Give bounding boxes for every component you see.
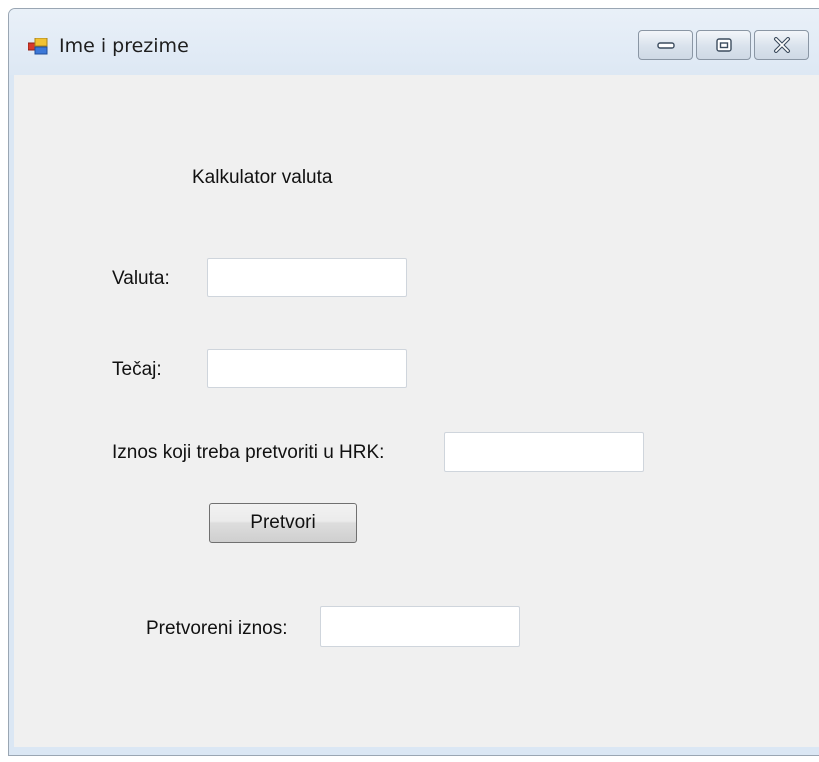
window-title: Ime i prezime [59,35,189,57]
form-client-area: Kalkulator valuta Valuta: Tečaj: Iznos k… [14,75,819,747]
heading-label: Kalkulator valuta [192,167,333,188]
rate-label: Tečaj: [112,359,162,380]
result-label: Pretvoreni iznos: [146,618,288,639]
currency-label: Valuta: [112,268,170,289]
caption-buttons [638,30,809,60]
rate-input[interactable] [207,349,407,388]
minimize-button[interactable] [638,30,693,60]
minimize-icon [656,40,675,50]
app-window: Ime i prezime Kalkulator valuta Valuta: … [8,8,819,756]
close-button[interactable] [754,30,809,60]
maximize-button[interactable] [696,30,751,60]
result-output[interactable] [320,606,520,647]
amount-input[interactable] [444,432,644,472]
convert-button[interactable]: Pretvori [209,503,357,543]
title-bar[interactable]: Ime i prezime [9,9,819,75]
currency-input[interactable] [207,258,407,297]
close-icon [773,37,791,53]
maximize-icon [715,37,733,53]
winforms-app-icon [27,37,48,55]
amount-label: Iznos koji treba pretvoriti u HRK: [112,442,385,463]
